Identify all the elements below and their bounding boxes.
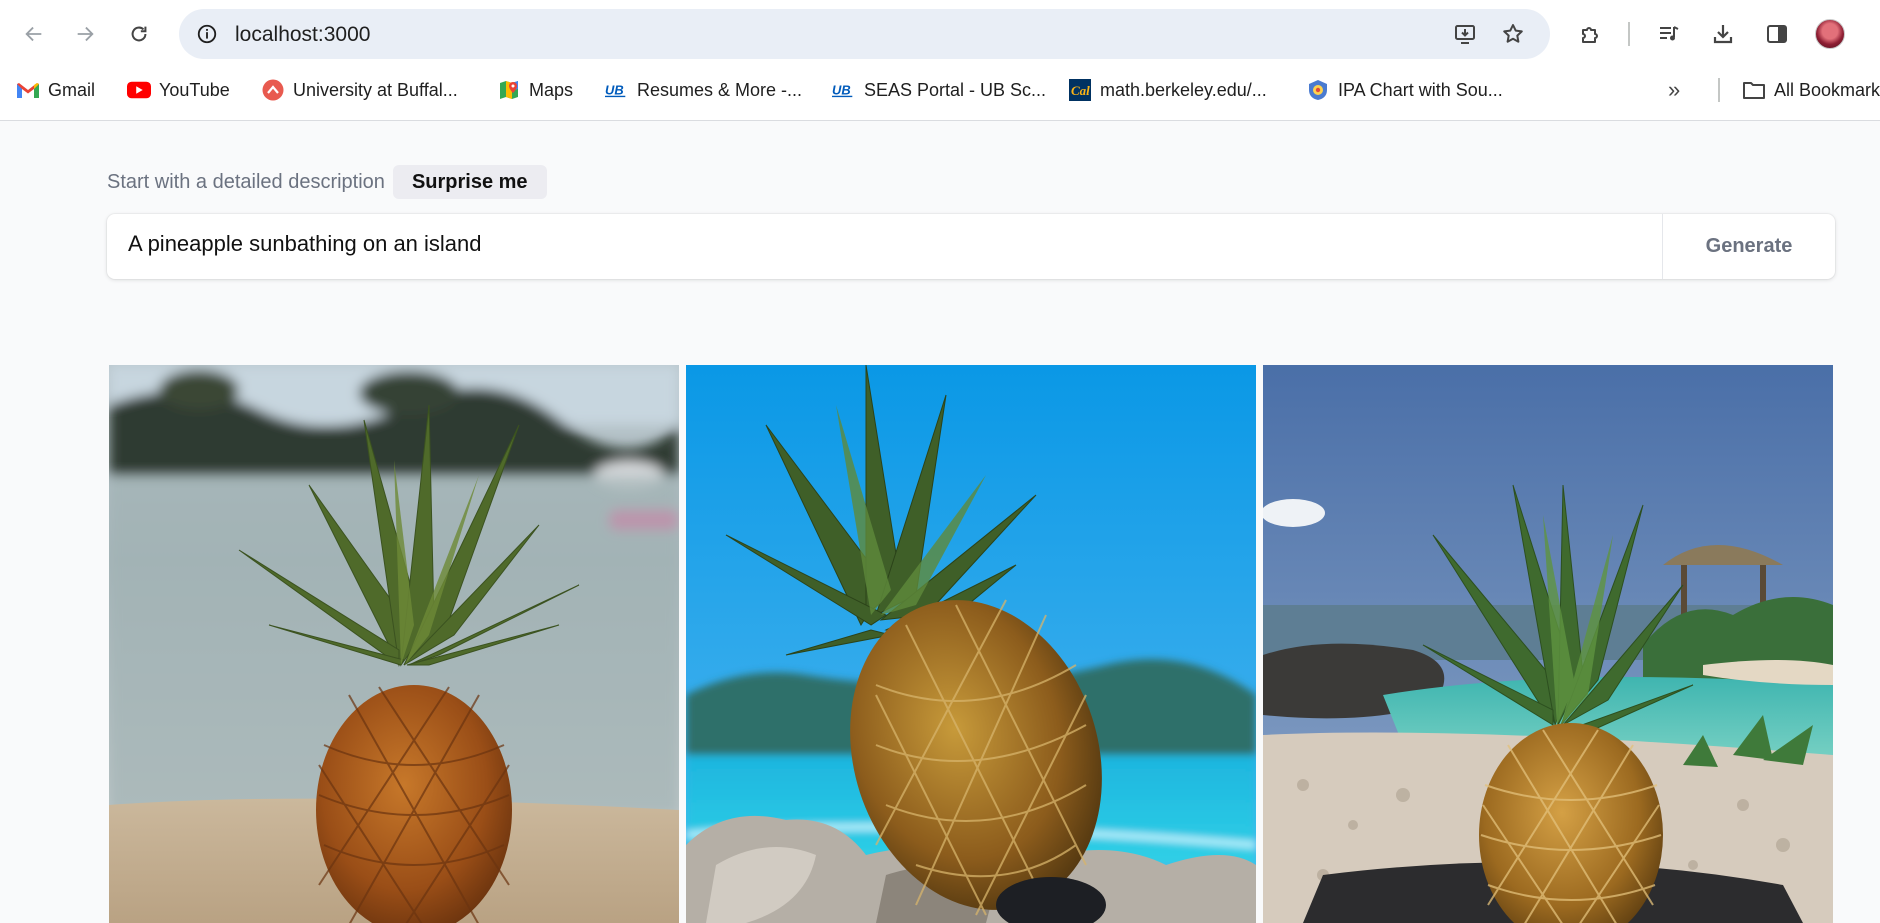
- all-bookmarks-button[interactable]: All Bookmarks: [1742, 75, 1880, 105]
- cal-icon: Cal: [1068, 79, 1092, 101]
- browser-toolbar: localhost:3000 Gmail YouTube University …: [0, 0, 1880, 121]
- prompt-input[interactable]: A pineapple sunbathing on an island: [128, 231, 482, 257]
- arrow-left-icon: [25, 26, 42, 42]
- bookmark-seas-portal[interactable]: UB SEAS Portal - UB Sc...: [832, 75, 1046, 105]
- bookmark-star-button[interactable]: [1497, 18, 1529, 50]
- bookmarks-divider: [1718, 78, 1720, 102]
- prompt-hint-row: Start with a detailed description Surpri…: [107, 165, 547, 199]
- maps-icon: [497, 79, 521, 101]
- reload-button[interactable]: [122, 17, 156, 51]
- surprise-me-button[interactable]: Surprise me: [392, 165, 547, 199]
- bookmark-label: SEAS Portal - UB Sc...: [864, 79, 1047, 100]
- generated-image-3[interactable]: [1263, 365, 1833, 923]
- install-app-button[interactable]: [1449, 18, 1481, 50]
- gmail-icon: [16, 79, 40, 101]
- bookmark-youtube[interactable]: YouTube: [127, 75, 230, 105]
- site-info-button[interactable]: [191, 18, 223, 50]
- forward-button[interactable]: [68, 17, 102, 51]
- bookmark-label: All Bookmarks: [1774, 79, 1880, 100]
- bookmark-label: University at Buffal...: [293, 79, 458, 100]
- download-icon: [1713, 25, 1733, 44]
- bookmark-label: IPA Chart with Sou...: [1338, 79, 1503, 100]
- profile-avatar[interactable]: [1815, 19, 1845, 49]
- playlist-icon: [1660, 26, 1679, 41]
- arrow-right-icon: [77, 26, 94, 42]
- url-text[interactable]: localhost:3000: [235, 23, 370, 47]
- info-icon: [197, 24, 217, 44]
- back-button[interactable]: [17, 17, 51, 51]
- more-bookmarks-chevron-icon[interactable]: »: [1668, 77, 1680, 103]
- prompt-bar: A pineapple sunbathing on an island Gene…: [107, 214, 1835, 279]
- generated-image-2[interactable]: [686, 365, 1256, 923]
- address-bar[interactable]: localhost:3000: [179, 9, 1550, 59]
- ub-logo-icon: UB: [605, 79, 629, 101]
- toolbar-divider: [1628, 22, 1630, 46]
- prompt-hint: Start with a detailed description: [107, 170, 385, 193]
- bookmark-label: math.berkeley.edu/...: [1100, 79, 1267, 100]
- extensions-button[interactable]: [1572, 17, 1608, 51]
- bookmark-label: YouTube: [159, 79, 230, 100]
- side-panel-button[interactable]: [1759, 17, 1795, 51]
- media-controls-button[interactable]: [1651, 17, 1687, 51]
- svg-text:UB: UB: [605, 83, 624, 98]
- ub-app-icon: [261, 79, 285, 101]
- bookmark-resumes-and-more[interactable]: UB Resumes & More -...: [605, 75, 802, 105]
- bookmark-university-at-buffalo[interactable]: University at Buffal...: [261, 75, 458, 105]
- puzzle-icon: [1582, 27, 1598, 43]
- bookmark-label: Gmail: [48, 79, 96, 100]
- folder-icon: [1742, 79, 1766, 101]
- svg-text:UB: UB: [832, 83, 851, 98]
- ipa-icon: [1306, 79, 1330, 101]
- bookmark-math-berkeley[interactable]: Cal math.berkeley.edu/...: [1068, 75, 1267, 105]
- side-panel-icon: [1767, 25, 1787, 43]
- bookmark-label: Maps: [529, 79, 574, 100]
- bookmark-label: Resumes & More -...: [637, 79, 803, 100]
- image-gallery: [109, 365, 1833, 923]
- bookmarks-bar: Gmail YouTube University at Buffal... Ma…: [0, 75, 1880, 105]
- reload-icon: [131, 26, 147, 42]
- bookmark-maps[interactable]: Maps: [497, 75, 573, 105]
- install-app-icon: [1455, 25, 1475, 44]
- svg-text:Cal: Cal: [1071, 83, 1090, 98]
- youtube-icon: [127, 79, 151, 101]
- bookmark-gmail[interactable]: Gmail: [16, 75, 95, 105]
- star-icon: [1503, 24, 1523, 43]
- generate-button[interactable]: Generate: [1662, 214, 1835, 279]
- generated-image-1[interactable]: [109, 365, 679, 923]
- bookmark-ipa-chart[interactable]: IPA Chart with Sou...: [1306, 75, 1503, 105]
- downloads-button[interactable]: [1705, 17, 1741, 51]
- ub-logo-icon: UB: [832, 79, 856, 101]
